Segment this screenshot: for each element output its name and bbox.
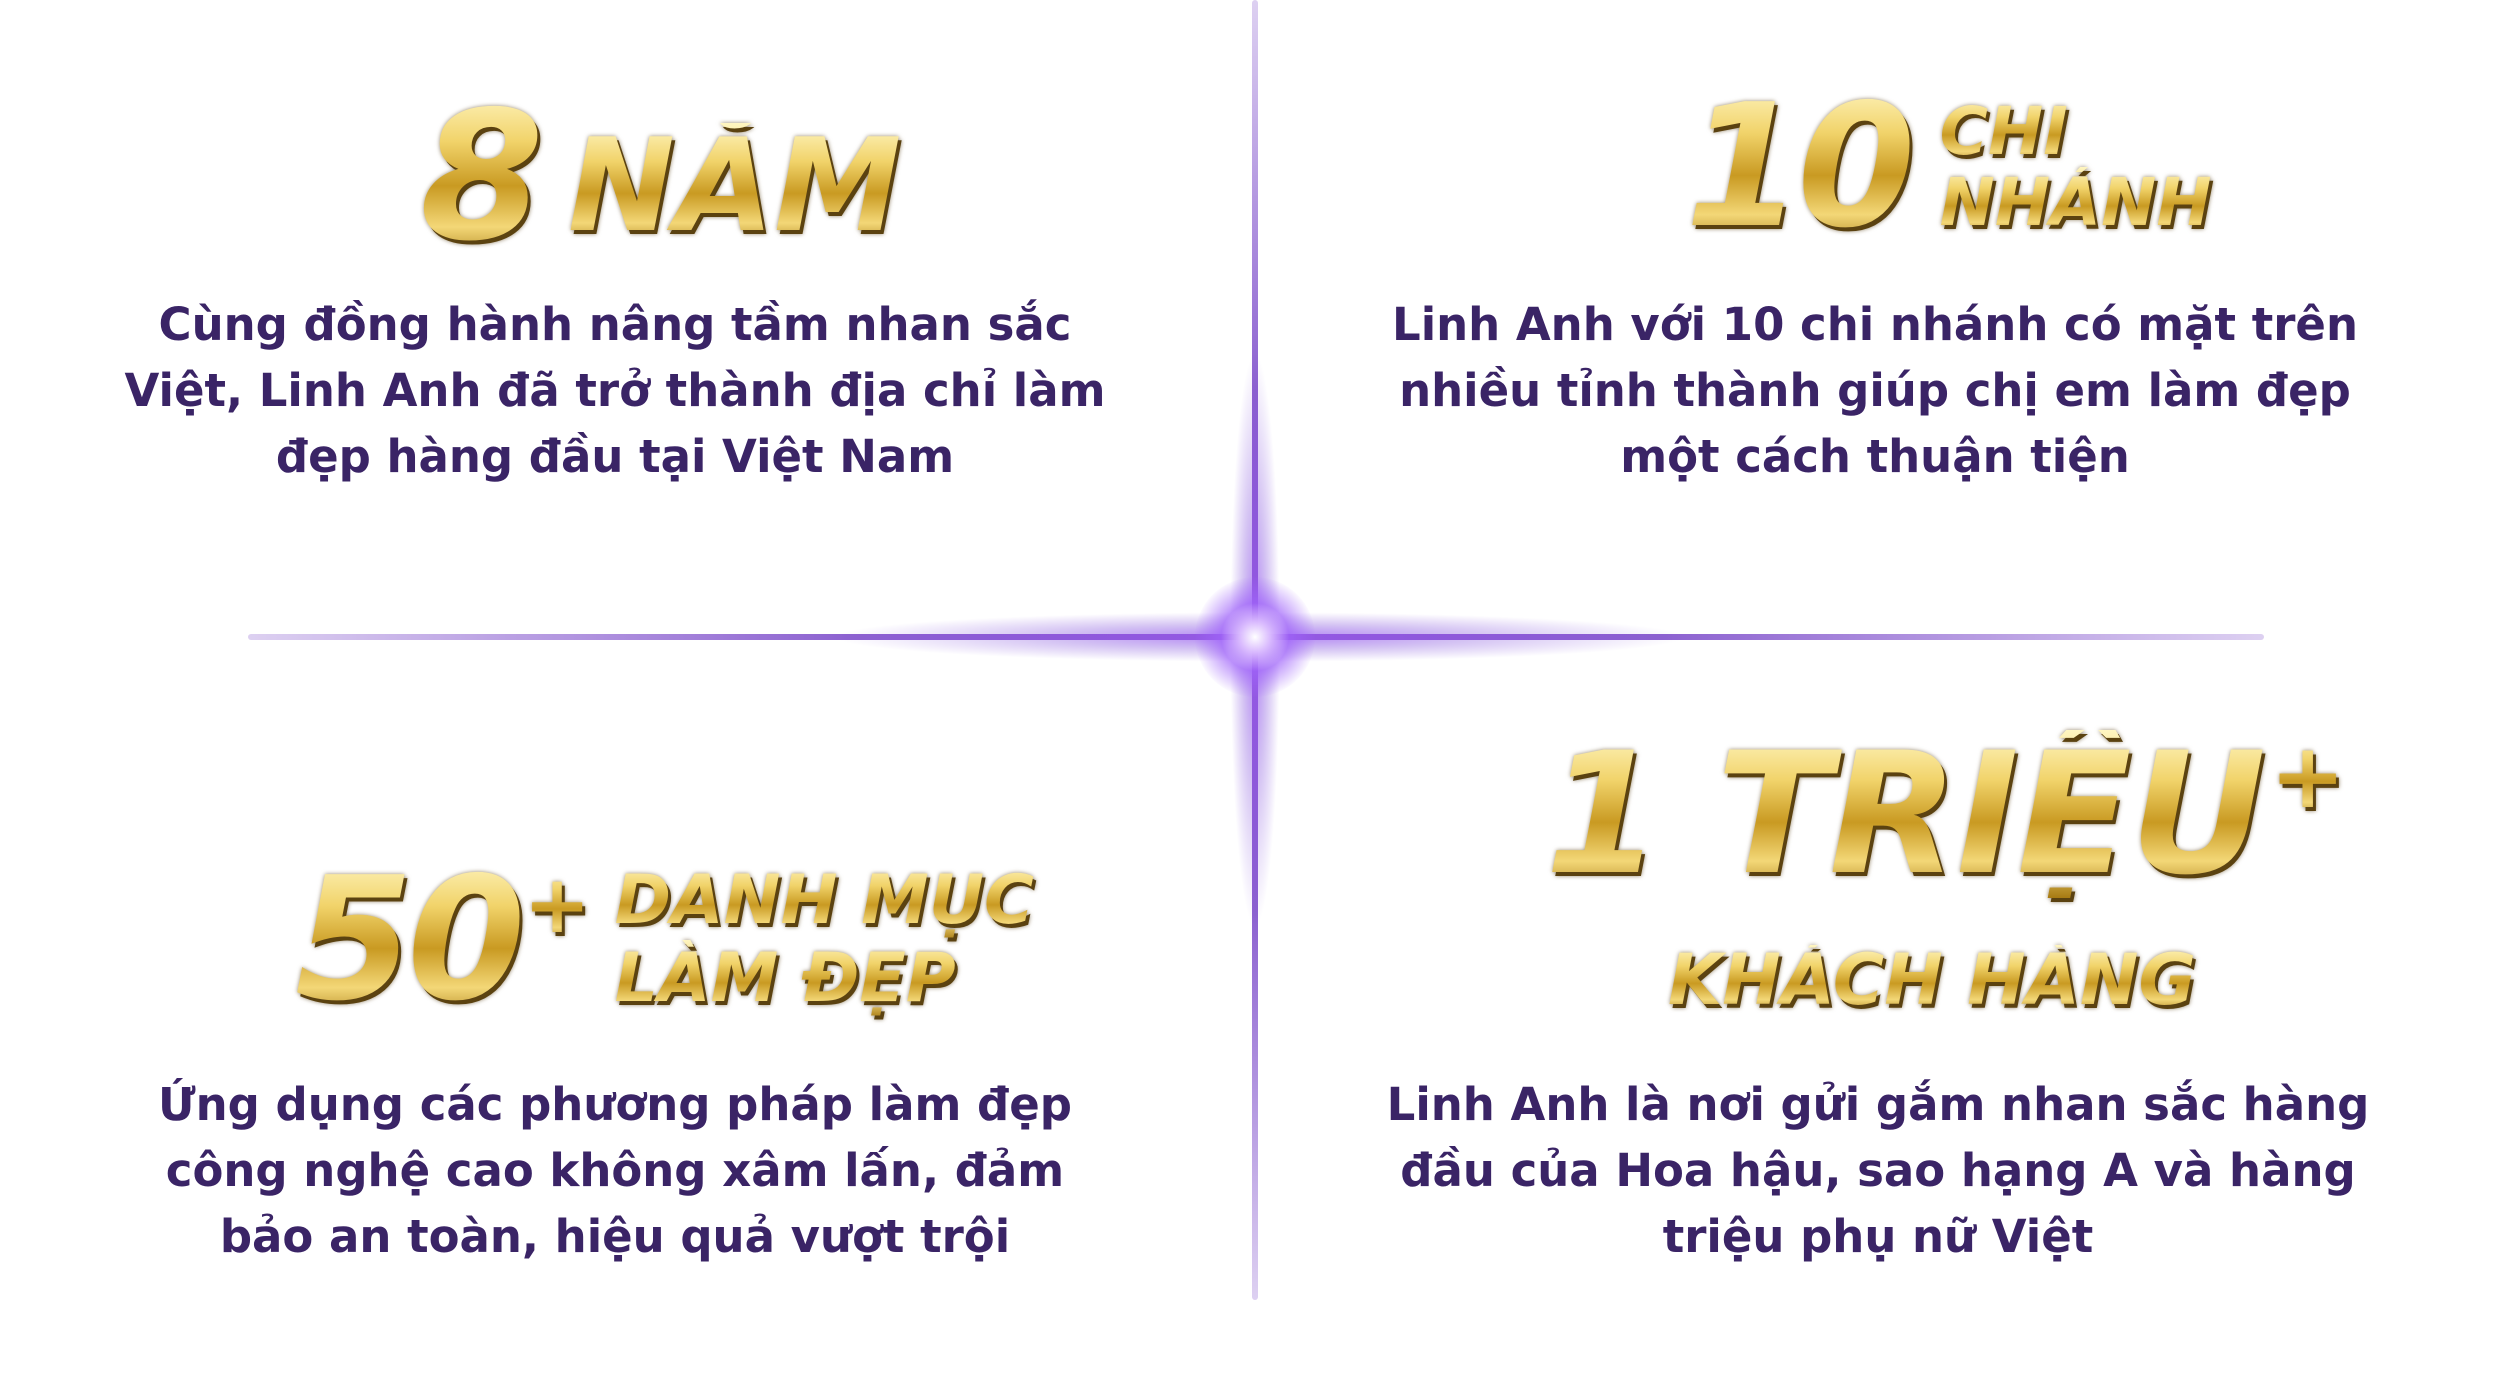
stat-customers-description: Linh Anh là nơi gửi gắm nhan sắc hàng đầ… [1386,1078,2370,1263]
stat-branches-unit: CHI NHÁNH [1939,95,2212,241]
stat-years-description: Cùng đồng hành nâng tầm nhan sắc Việt, L… [124,298,1106,483]
stat-categories-description: Ứng dụng các phương pháp làm đẹp công ng… [158,1078,1072,1263]
stat-categories-unit-line-1: DANH MỤC [614,861,1034,941]
stat-years-value: 8 [420,73,544,280]
stat-customers-unit: KHÁCH HÀNG [1668,939,2196,1021]
stat-years-headline: 8 NĂM [420,88,901,266]
stat-branches-unit-line-2: NHÁNH [1939,164,2212,241]
stat-customers-headline: 1 TRIỆU + [1545,730,2345,898]
stat-branches-description: Linh Anh với 10 chi nhánh có mặt trên nh… [1392,298,2358,483]
stat-branches-headline: 10 CHI NHÁNH [1685,82,2212,252]
stat-branches-unit-line-1: CHI [1940,95,2212,167]
stat-categories-unit: DANH MỤC LÀM ĐẸP [615,862,1034,1017]
divider-center-sparkle [1195,577,1315,697]
stat-customers-plus: + [2270,724,2346,829]
stat-customers-value: 1 TRIỆU [1545,716,2266,912]
stat-categories-headline: 50 + DANH MỤC LÀM ĐẸP [295,855,1034,1025]
stat-categories-unit-line-2: LÀM ĐẸP [615,940,1034,1018]
stat-categories-value: 50 [295,841,526,1039]
stat-years-unit: NĂM [567,112,902,261]
stat-branches-value: 10 [1685,68,1916,266]
stat-categories-plus: + [523,858,591,951]
